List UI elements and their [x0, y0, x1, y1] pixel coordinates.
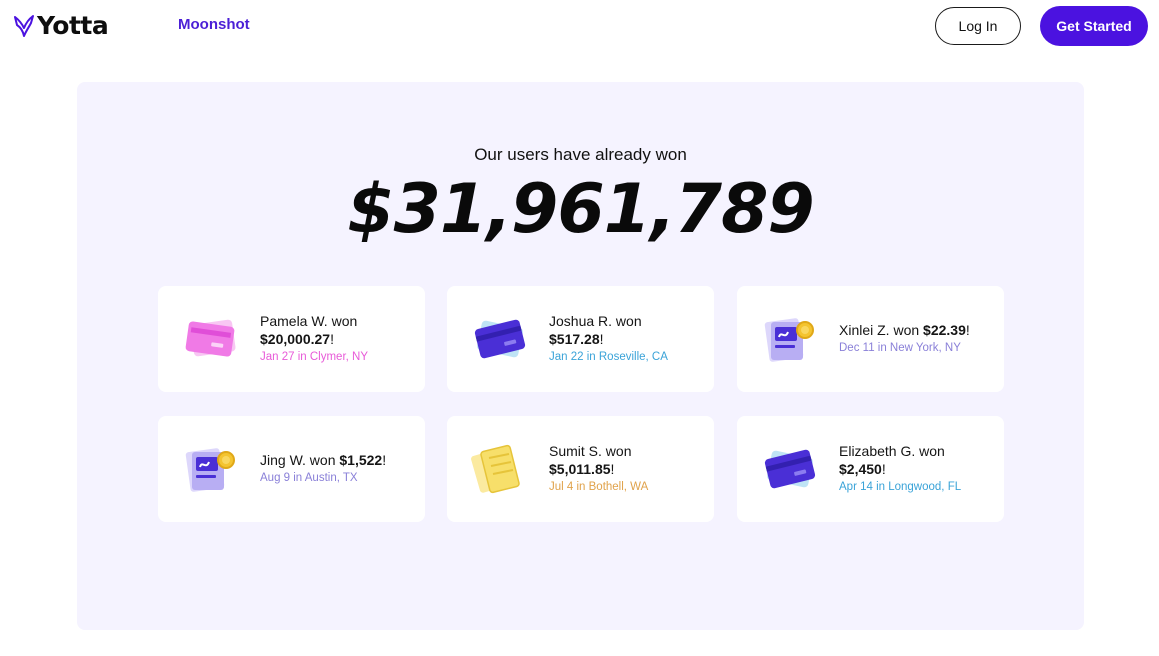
winner-suffix: !	[965, 322, 970, 338]
winner-suffix: !	[881, 461, 886, 477]
logo-text: Yotta	[37, 11, 109, 40]
winner-name: Jing W. won	[260, 452, 336, 468]
winner-card: Joshua R. won $517.28! Jan 22 in Rosevil…	[447, 286, 714, 392]
winner-amount: $22.39	[923, 322, 966, 338]
winner-name: Xinlei Z. won	[839, 322, 920, 338]
winner-name: Sumit S. won	[549, 443, 632, 459]
ticket-icon	[471, 444, 520, 494]
winner-text: Jing W. won $1,522! Aug 9 in Austin, TX	[260, 451, 420, 486]
winner-suffix: !	[599, 331, 604, 347]
winner-card: Pamela W. won $20,000.27! Jan 27 in Clym…	[158, 286, 425, 392]
winner-text: Elizabeth G. won $2,450! Apr 14 in Longw…	[839, 442, 999, 495]
document-coin-icon	[185, 448, 235, 492]
winner-amount: $1,522	[339, 452, 383, 468]
nav-link-moonshot[interactable]: Moonshot	[178, 16, 250, 33]
blue-card-icon	[764, 449, 816, 489]
blue-card-icon	[474, 319, 526, 359]
winner-text: Xinlei Z. won $22.39! Dec 11 in New York…	[839, 321, 999, 356]
winner-text: Pamela W. won $20,000.27! Jan 27 in Clym…	[260, 312, 420, 365]
winner-date-place: Dec 11 in New York, NY	[839, 342, 961, 354]
winner-amount: $5,011.85	[549, 461, 611, 477]
winner-name: Pamela W. won	[260, 313, 358, 329]
winner-date-place: Jan 27 in Clymer, NY	[260, 351, 369, 363]
winnings-subtitle: Our users have already won	[474, 145, 687, 164]
winnings-panel: Our users have already won $31,961,789 P…	[77, 82, 1084, 630]
winner-date-place: Jul 4 in Bothell, WA	[549, 481, 649, 493]
pink-card-icon	[185, 319, 236, 357]
winner-name: Joshua R. won	[549, 313, 642, 329]
login-button[interactable]: Log In	[935, 7, 1021, 45]
winner-card: Sumit S. won $5,011.85! Jul 4 in Bothell…	[447, 416, 714, 522]
winner-card: Elizabeth G. won $2,450! Apr 14 in Longw…	[737, 416, 1004, 522]
winner-date-place: Aug 9 in Austin, TX	[260, 472, 358, 484]
yotta-logo[interactable]: Yotta	[13, 11, 109, 40]
winner-suffix: !	[610, 461, 615, 477]
winner-amount: $517.28	[549, 331, 600, 347]
winner-text: Joshua R. won $517.28! Jan 22 in Rosevil…	[549, 312, 709, 365]
winner-name: Elizabeth G. won	[839, 443, 945, 459]
winner-text: Sumit S. won $5,011.85! Jul 4 in Bothell…	[549, 442, 709, 495]
winner-suffix: !	[330, 331, 334, 347]
get-started-button[interactable]: Get Started	[1040, 6, 1148, 46]
site-header: Yotta Moonshot Log In Get Started	[0, 0, 1159, 54]
yotta-bird-icon	[14, 14, 34, 37]
winner-suffix: !	[382, 452, 387, 468]
winner-amount: $20,000.27	[260, 331, 331, 347]
winnings-total: $31,961,789	[347, 170, 815, 249]
winner-card: Jing W. won $1,522! Aug 9 in Austin, TX	[158, 416, 425, 522]
winner-date-place: Apr 14 in Longwood, FL	[839, 481, 962, 493]
document-coin-icon	[764, 318, 814, 362]
winner-card: Xinlei Z. won $22.39! Dec 11 in New York…	[737, 286, 1004, 392]
winner-amount: $2,450	[839, 461, 882, 477]
winner-date-place: Jan 22 in Roseville, CA	[549, 351, 668, 363]
